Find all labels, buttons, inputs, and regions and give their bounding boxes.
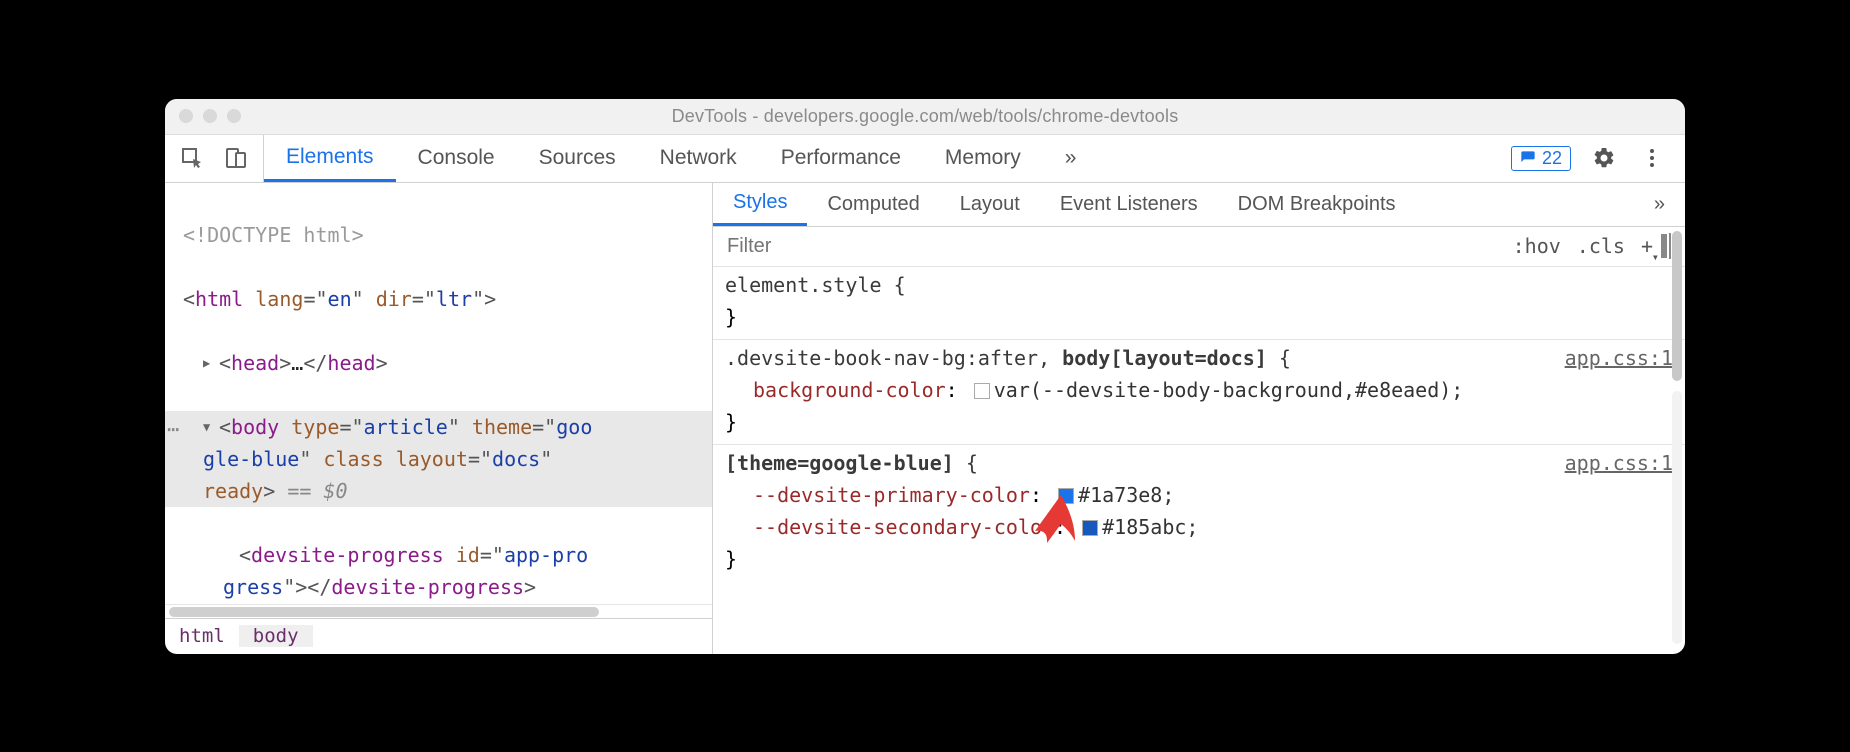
subtab-styles[interactable]: Styles — [713, 182, 807, 226]
crumb-html[interactable]: html — [165, 625, 239, 647]
collapse-body-icon[interactable]: ▼ — [203, 418, 217, 437]
tab-console[interactable]: Console — [396, 134, 517, 182]
device-toolbar-icon[interactable] — [221, 143, 251, 173]
cls-button[interactable]: .cls — [1577, 234, 1625, 258]
kebab-menu-icon[interactable] — [1637, 143, 1667, 173]
tab-sources[interactable]: Sources — [517, 134, 638, 182]
crumb-body[interactable]: body — [239, 625, 313, 647]
settings-icon[interactable] — [1589, 143, 1619, 173]
hov-button[interactable]: :hov — [1513, 234, 1561, 258]
subtab-computed[interactable]: Computed — [807, 182, 939, 226]
toggle-computed-panel-icon[interactable] — [1669, 234, 1671, 258]
tab-performance[interactable]: Performance — [759, 134, 923, 182]
tab-elements[interactable]: Elements — [264, 134, 396, 182]
color-swatch-icon[interactable] — [974, 383, 990, 399]
rule-theme-google-blue[interactable]: app.css:1 [theme=google-blue] { --devsit… — [713, 445, 1685, 581]
window-controls — [179, 109, 241, 123]
styles-pane: Styles Computed Layout Event Listeners D… — [713, 183, 1685, 654]
subtab-dom-breakpoints[interactable]: DOM Breakpoints — [1218, 182, 1416, 226]
elements-tree-pane: <!DOCTYPE html> <html lang="en" dir="ltr… — [165, 183, 713, 654]
styles-filter-bar: :hov .cls +▾ — [713, 227, 1685, 267]
source-link-1[interactable]: app.css:1 — [1565, 342, 1673, 374]
source-link-2[interactable]: app.css:1 — [1565, 447, 1673, 479]
window-title: DevTools - developers.google.com/web/too… — [165, 106, 1685, 127]
styles-filter-input[interactable] — [713, 235, 1513, 258]
window-close-icon[interactable] — [179, 109, 193, 123]
devtools-window: DevTools - developers.google.com/web/too… — [165, 99, 1685, 654]
main-content: <!DOCTYPE html> <html lang="en" dir="ltr… — [165, 183, 1685, 654]
main-tabs: Elements Console Sources Network Perform… — [264, 135, 1098, 182]
styles-rules: element.style { } app.css:1 .devsite-boo… — [713, 267, 1685, 654]
styles-vertical-scrollbar[interactable] — [1672, 231, 1682, 644]
issues-badge[interactable]: 22 — [1511, 146, 1571, 171]
dom-horizontal-scrollbar[interactable] — [165, 604, 712, 618]
window-minimize-icon[interactable] — [203, 109, 217, 123]
dom-doctype[interactable]: <!DOCTYPE html> — [183, 223, 364, 247]
toolbar-left — [165, 135, 264, 182]
dom-tree[interactable]: <!DOCTYPE html> <html lang="en" dir="ltr… — [165, 183, 712, 604]
color-swatch-icon[interactable] — [1058, 488, 1074, 504]
rule-element-style[interactable]: element.style { } — [713, 267, 1685, 340]
subtab-event-listeners[interactable]: Event Listeners — [1040, 182, 1218, 226]
toolbar: Elements Console Sources Network Perform… — [165, 135, 1685, 183]
toolbar-right: 22 — [1511, 135, 1685, 182]
new-style-rule-button[interactable]: +▾ — [1641, 234, 1653, 258]
dom-body-selected[interactable]: ▼<body type="article" theme="google-blue… — [165, 411, 712, 507]
titlebar: DevTools - developers.google.com/web/too… — [165, 99, 1685, 135]
breadcrumb: html body — [165, 618, 712, 654]
rule-devsite-body[interactable]: app.css:1 .devsite-book-nav-bg:after, bo… — [713, 340, 1685, 445]
more-tabs-icon[interactable]: » — [1043, 134, 1099, 182]
window-zoom-icon[interactable] — [227, 109, 241, 123]
styles-subtabs: Styles Computed Layout Event Listeners D… — [713, 183, 1685, 227]
subtab-layout[interactable]: Layout — [940, 182, 1040, 226]
tab-network[interactable]: Network — [638, 134, 759, 182]
more-subtabs-icon[interactable]: » — [1634, 182, 1685, 226]
color-swatch-icon[interactable] — [1082, 520, 1098, 536]
expand-head-icon[interactable]: ▶ — [203, 354, 217, 373]
tab-memory[interactable]: Memory — [923, 134, 1043, 182]
issues-count: 22 — [1542, 148, 1562, 169]
inspect-element-icon[interactable] — [177, 143, 207, 173]
